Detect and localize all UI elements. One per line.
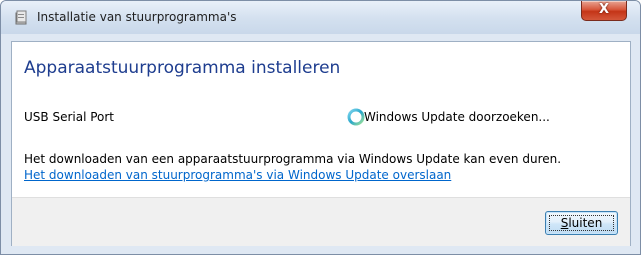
close-icon: X — [598, 2, 610, 17]
content-panel: Apparaatstuurprogramma installeren USB S… — [11, 41, 631, 246]
window-close-button[interactable]: X — [581, 1, 627, 21]
progress-spinner-icon — [347, 108, 365, 126]
close-button-label-rest: luiten — [568, 216, 603, 230]
page-title: Apparaatstuurprogramma installeren — [24, 58, 341, 78]
skip-windows-update-link[interactable]: Het downloaden van stuurprogramma's via … — [24, 168, 451, 182]
device-name: USB Serial Port — [24, 110, 115, 124]
dialog-window: Installatie van stuurprogramma's X Appar… — [0, 0, 641, 255]
title-bar[interactable]: Installatie van stuurprogramma's X — [1, 1, 640, 34]
dialog-footer: Sluiten — [12, 197, 630, 246]
close-button-label: Sluiten — [546, 216, 617, 230]
driver-install-icon — [15, 10, 27, 25]
info-text: Het downloaden van een apparaatstuurprog… — [24, 152, 562, 166]
window-title: Installatie van stuurprogramma's — [37, 10, 237, 24]
device-status: Windows Update doorzoeken... — [364, 110, 550, 124]
device-row: USB Serial Port Windows Update doorzoeke… — [24, 107, 620, 127]
close-button[interactable]: Sluiten — [545, 211, 618, 235]
